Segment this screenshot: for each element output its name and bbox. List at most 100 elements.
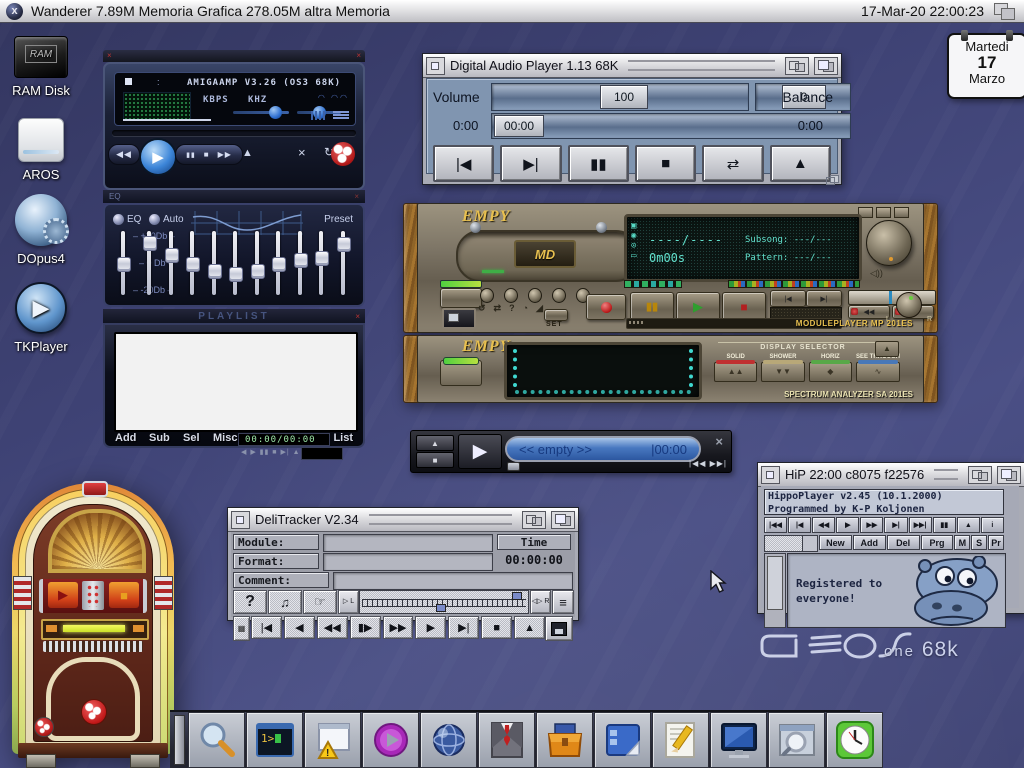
mixer-button[interactable]: ♫ (268, 590, 302, 614)
eq-band-slider[interactable] (255, 231, 259, 295)
dock[interactable]: 1>! (170, 710, 860, 768)
stop-button[interactable]: ■ (204, 150, 210, 159)
empy-spectrum-window[interactable]: EMPY DISPLAY SELECTOR SOLID▲▲SHOWER▼▼HOR… (403, 335, 938, 403)
sa-power-button[interactable] (440, 360, 482, 386)
sa-mode-shower[interactable]: SHOWER▼▼ (761, 354, 804, 382)
empy-window-gadgets[interactable] (858, 207, 909, 218)
hip-next-song-button[interactable]: ▶▶| (909, 517, 932, 533)
deli-play-pattern-button[interactable]: ▮▶ (350, 616, 381, 639)
hip-play-button[interactable]: ▶ (836, 517, 859, 533)
pause-button[interactable]: ▮▮ (186, 151, 196, 159)
dock-item-search[interactable] (188, 712, 245, 768)
dock-handle[interactable] (174, 715, 185, 765)
screen-toggle-button[interactable] (442, 308, 476, 329)
preset-button[interactable]: Preset (324, 214, 353, 225)
drag-bar[interactable] (628, 60, 775, 71)
left-channel-toggle[interactable]: ▷ L (338, 590, 359, 614)
hippoplayer-window[interactable]: HiP 22:00 c8075 f22576 HippoPlayer v2.45… (757, 462, 1024, 614)
hip-titlebar[interactable]: HiP 22:00 c8075 f22576 (758, 463, 1024, 487)
calendar-widget[interactable]: Martedi 17 Marzo (947, 33, 1024, 99)
shuffle-button[interactable]: × (298, 145, 306, 160)
desktop-icon-ram-disk[interactable]: RAM RAM Disk (6, 36, 76, 98)
dock-item-shell[interactable]: 1> (246, 712, 303, 768)
zoom-gadget-icon[interactable] (785, 57, 809, 75)
empy-power-button[interactable] (440, 288, 482, 308)
eq-band-slider[interactable] (298, 231, 302, 295)
mini-play-button[interactable]: ▶ (458, 434, 502, 469)
playlist-sel-button[interactable]: Sel (183, 432, 200, 444)
eq-band-slider[interactable] (212, 231, 216, 295)
pause-stop-next-group[interactable]: ▮▮ ■ ▶▶ (175, 144, 243, 165)
eq-band-slider[interactable] (233, 231, 237, 295)
eject-button[interactable]: ▲ (242, 147, 253, 159)
auto-radio[interactable] (149, 214, 160, 225)
play-button[interactable]: ▶ (139, 138, 177, 176)
eq-band-slider[interactable] (319, 231, 323, 295)
seek-bar[interactable] (112, 130, 356, 136)
empy-stop-button[interactable]: ■ (722, 292, 766, 321)
empy-pause-button[interactable]: ▮▮ (630, 292, 674, 321)
option-knob[interactable] (528, 288, 542, 303)
option-knob[interactable] (480, 288, 494, 303)
close-gadget-icon[interactable] (426, 57, 445, 75)
eq-radio[interactable] (113, 214, 124, 225)
playlist-button[interactable]: ≡ (552, 590, 574, 614)
prev-button[interactable]: ◀◀ (108, 144, 140, 165)
volume-knob[interactable] (866, 220, 912, 266)
deli-ffw-button[interactable]: ▶▶ (383, 616, 414, 639)
desktop-icon-dopus4[interactable]: DOpus4 (6, 194, 76, 266)
dock-item-clock[interactable] (826, 712, 883, 768)
drag-bar[interactable] (934, 469, 958, 480)
comment-field[interactable] (333, 572, 573, 590)
mini-seek-handle[interactable] (507, 462, 520, 471)
hip-prev-song-button[interactable]: |◀◀ (764, 517, 787, 533)
option-knob[interactable] (552, 288, 566, 303)
eq-preamp-slider[interactable] (121, 231, 125, 295)
module-field[interactable] (323, 534, 493, 552)
dock-item-prefs[interactable] (594, 712, 651, 768)
dap-pause-button[interactable]: ▮▮ (568, 145, 629, 182)
eq-band-slider[interactable] (276, 231, 280, 295)
hip-info-button[interactable]: i (981, 517, 1004, 533)
hip-next-button[interactable]: ▶| (884, 517, 907, 533)
hip-rew-button[interactable]: ◀◀ (812, 517, 835, 533)
eq-band-slider[interactable] (190, 231, 194, 295)
hip-del-button[interactable]: Del (887, 535, 920, 550)
desktop-icon-tkplayer[interactable]: ▶ TKPlayer (6, 282, 76, 354)
help-button[interactable]: ? (233, 590, 267, 614)
ruler-handle[interactable] (436, 604, 446, 612)
eq-band-slider[interactable] (169, 231, 173, 295)
record-button[interactable] (586, 294, 626, 320)
save-disk-button[interactable] (545, 616, 573, 641)
close-gadget-icon[interactable] (231, 511, 250, 529)
amigaamp-titlebar[interactable]: ×× (103, 50, 365, 62)
hip-add-button[interactable]: Add (853, 535, 886, 550)
playlist-titlebar[interactable]: PLAYLIST× (103, 309, 365, 323)
mini-prev-next-buttons[interactable]: |◀◀ ▶▶| (689, 459, 727, 468)
dock-item-browser[interactable] (420, 712, 477, 768)
hip-prev-button[interactable]: |◀ (788, 517, 811, 533)
time-button[interactable]: Time (497, 534, 571, 550)
next-button[interactable]: ▶▶ (218, 150, 232, 159)
dock-item-archiver[interactable] (536, 712, 593, 768)
playlist-listbox[interactable] (114, 332, 358, 432)
playlist-mini-transport[interactable]: ◀ ▶ ▮▮ ■ ▶| ▲ (241, 448, 301, 456)
miniplayer-window[interactable]: ▲ ■ ▶ << empty >> |00:00 × |◀◀ ▶▶| (410, 430, 732, 473)
screen-depth-gadget-icon[interactable] (992, 3, 1018, 19)
playlist-sub-button[interactable]: Sub (149, 432, 170, 444)
deli-rew-small-button[interactable]: ◀ (284, 616, 315, 639)
sa-mode-see-through[interactable]: SEE THROUGH∿ (856, 354, 900, 382)
playlist-add-button[interactable]: Add (115, 432, 136, 444)
hip-scrollbar[interactable] (764, 553, 786, 628)
empy-rew-button[interactable]: ◀◀ (848, 305, 890, 319)
hip-prg-button[interactable]: Prg (921, 535, 954, 550)
dock-item-viewer[interactable] (768, 712, 825, 768)
depth-gadget-icon[interactable] (997, 466, 1021, 484)
volume-slider[interactable] (233, 111, 289, 114)
option-knob[interactable] (504, 288, 518, 303)
right-channel-toggle[interactable]: ◁▷ R (530, 590, 551, 614)
hip-new-button[interactable]: New (819, 535, 852, 550)
analyzer-mode-icon[interactable] (311, 111, 327, 120)
deli-stop-button[interactable]: ■ (481, 616, 512, 639)
dap-prev-button[interactable]: |◀ (433, 145, 494, 182)
